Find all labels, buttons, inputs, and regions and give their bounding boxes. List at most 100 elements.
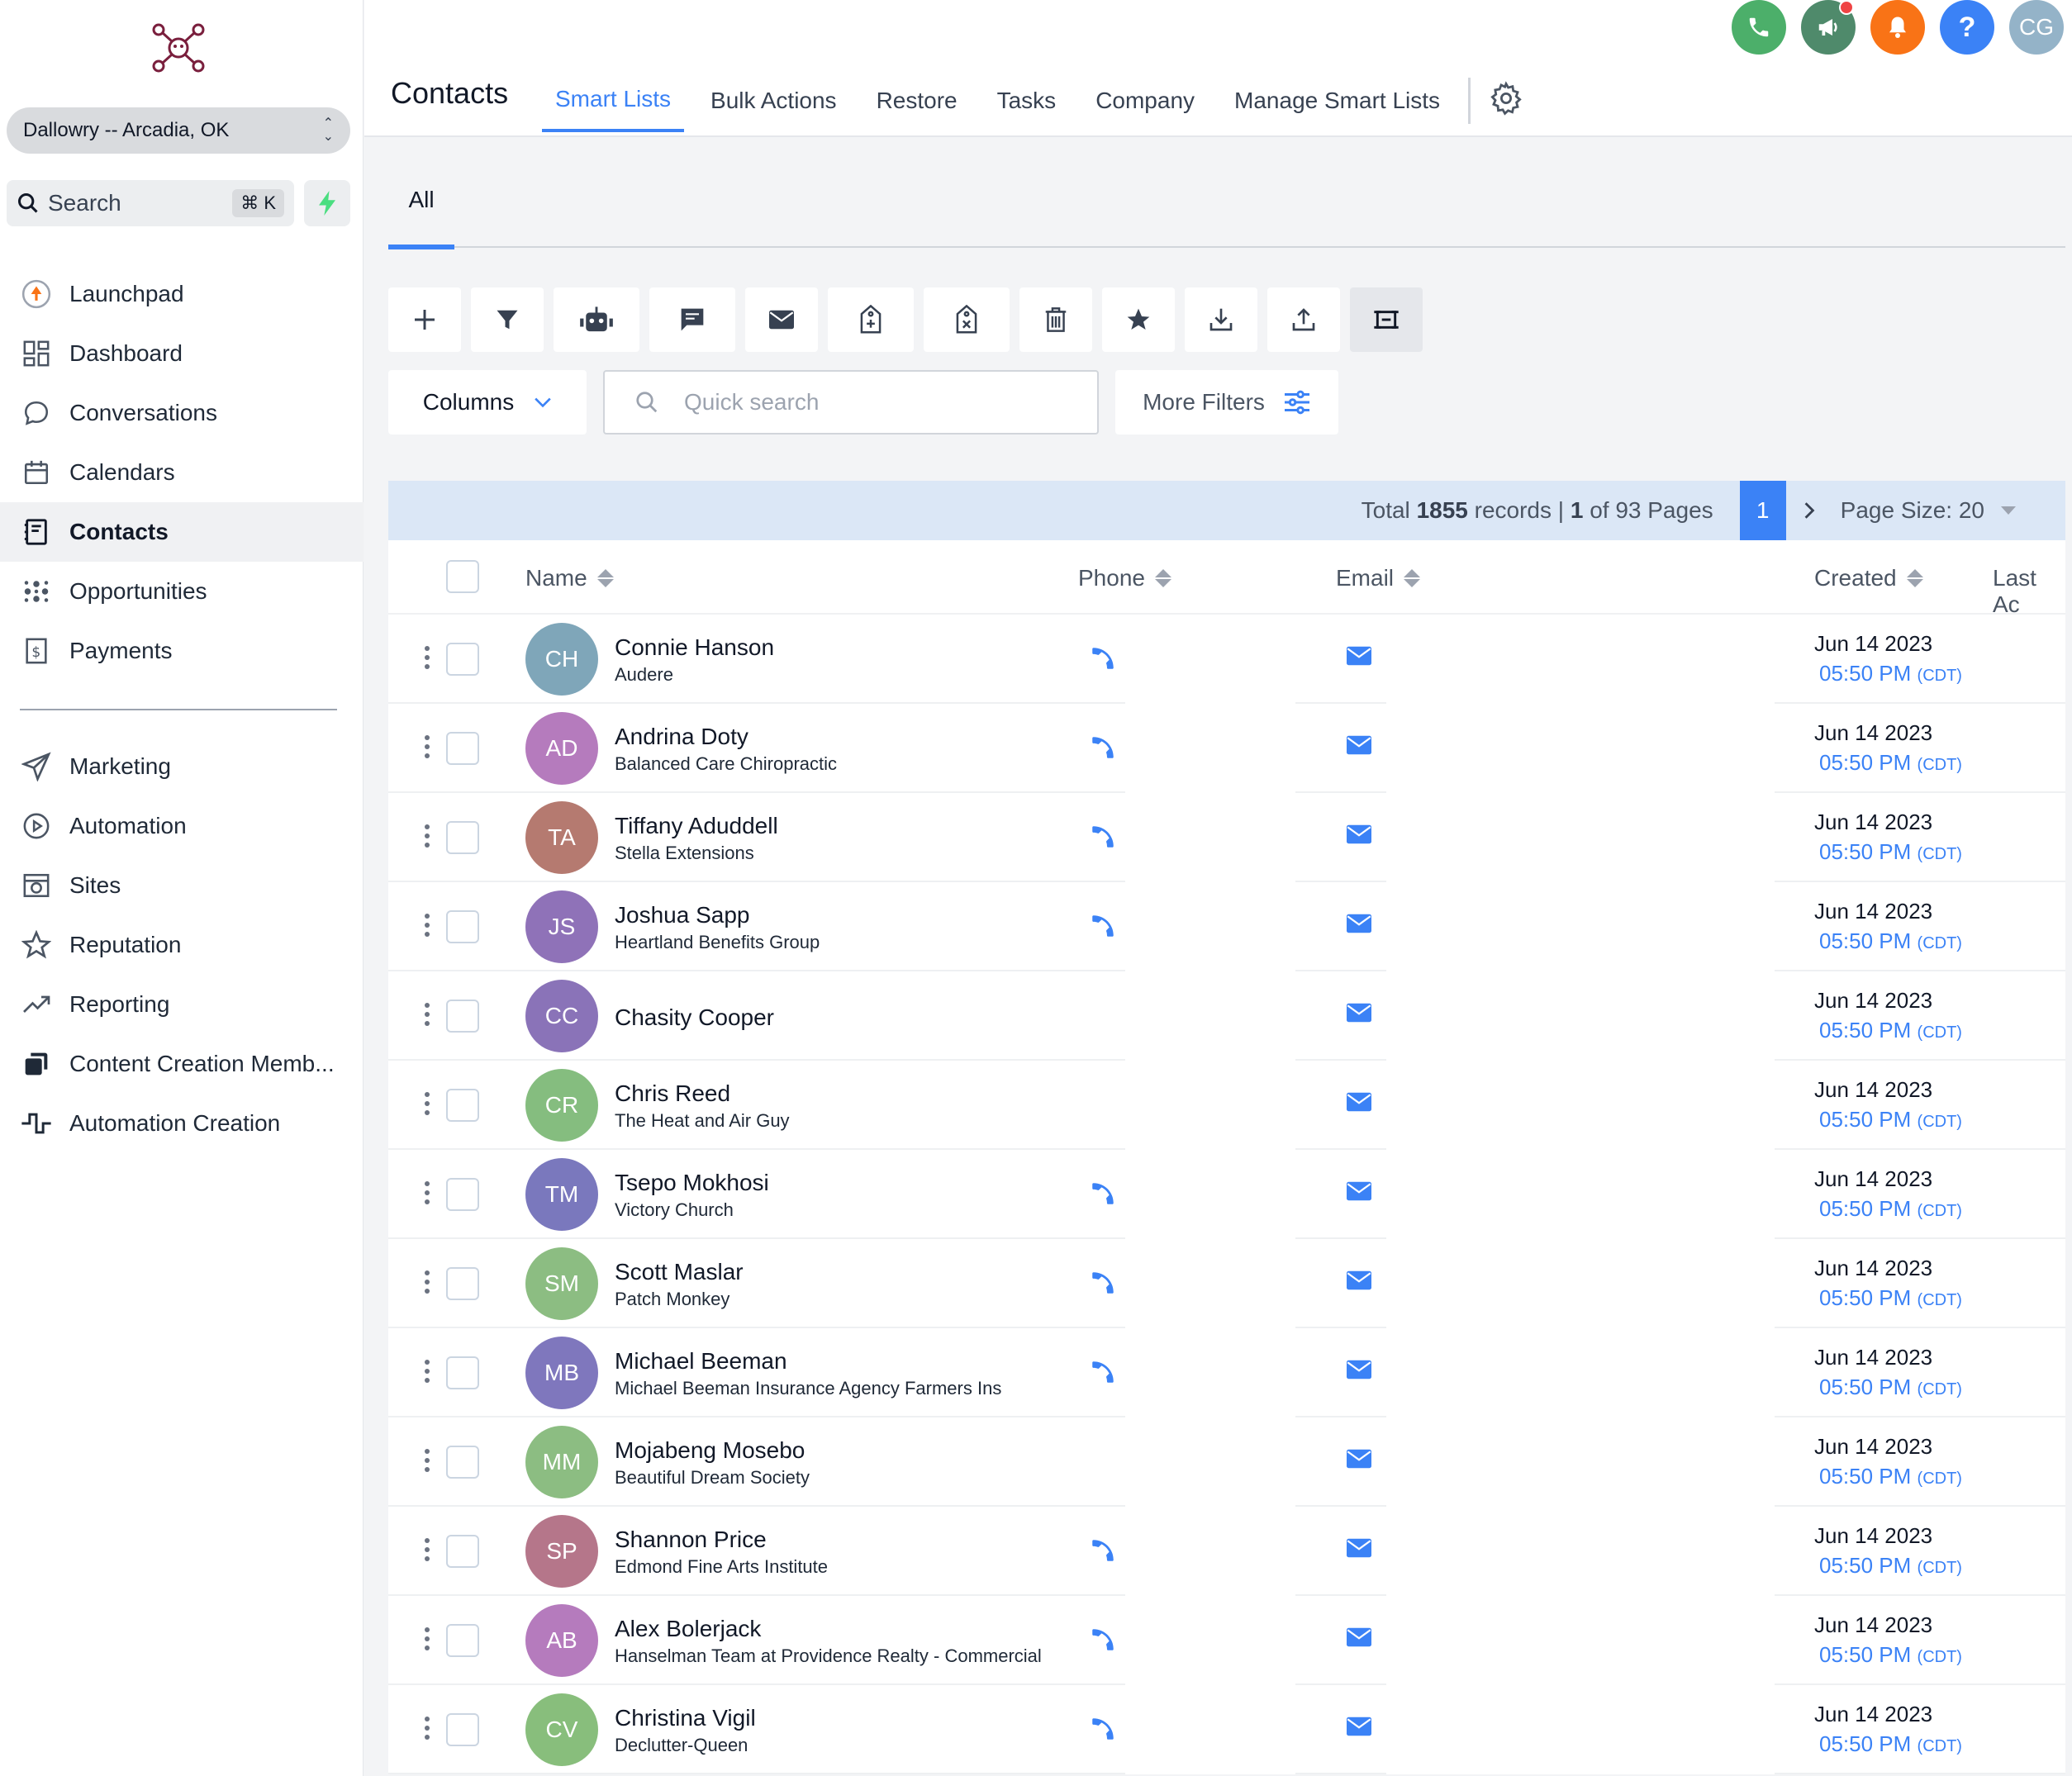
call-phone-icon[interactable] (1089, 912, 1117, 944)
table-row[interactable]: MM Mojabeng Mosebo Beautiful Dream Society… (388, 1417, 2065, 1507)
contact-name-link[interactable]: Christina Vigil (615, 1705, 756, 1731)
drag-handle-icon[interactable] (425, 1092, 430, 1115)
column-header-last-activity[interactable]: Last Ac (1993, 565, 2065, 618)
contact-name-link[interactable]: Chasity Cooper (615, 1004, 774, 1031)
row-checkbox[interactable] (446, 1356, 479, 1389)
tab-company[interactable]: Company (1082, 69, 1208, 132)
help-button[interactable]: ? (1940, 0, 1994, 55)
send-email-icon[interactable] (1347, 1627, 1371, 1651)
drag-handle-icon[interactable] (425, 1538, 430, 1561)
sidebar-item-contacts[interactable]: Contacts (0, 502, 364, 562)
table-row[interactable]: CV Christina Vigil Declutter-Queen Jun 14 2… (388, 1685, 2065, 1774)
settings-gear-icon[interactable] (1489, 81, 1523, 137)
table-row[interactable]: TA Tiffany Aduddell Stella Extensions Jun 1… (388, 793, 2065, 882)
subtab-all[interactable]: All (388, 187, 454, 213)
table-row[interactable]: AB Alex Bolerjack Hanselman Team at Provid… (388, 1596, 2065, 1685)
add-to-favorites-button[interactable] (1102, 287, 1175, 352)
send-email-icon[interactable] (1347, 1360, 1371, 1384)
column-header-phone[interactable]: Phone (1078, 565, 1171, 591)
table-row[interactable]: JS Joshua Sapp Heartland Benefits Group Jun… (388, 882, 2065, 971)
call-phone-icon[interactable] (1089, 1358, 1117, 1390)
call-phone-icon[interactable] (1089, 734, 1117, 766)
send-email-icon[interactable] (1347, 1003, 1371, 1027)
sidebar-item-payments[interactable]: $ Payments (0, 621, 364, 681)
send-email-icon[interactable] (1347, 1270, 1371, 1294)
send-email-button[interactable] (745, 287, 818, 352)
drag-handle-icon[interactable] (425, 824, 430, 848)
page-size-select[interactable]: Page Size: 20 (1841, 497, 2016, 524)
table-row[interactable]: MB Michael Beeman Michael Beeman Insurance… (388, 1328, 2065, 1417)
merge-contacts-button[interactable] (1350, 287, 1423, 352)
tab-manage-smart-lists[interactable]: Manage Smart Lists (1221, 69, 1453, 132)
send-email-icon[interactable] (1347, 914, 1371, 938)
contact-name-link[interactable]: Scott Maslar (615, 1259, 744, 1285)
send-email-icon[interactable] (1347, 1538, 1371, 1562)
sidebar-search[interactable]: Search ⌘ K (7, 180, 294, 226)
tab-tasks[interactable]: Tasks (984, 69, 1070, 132)
columns-dropdown[interactable]: Columns (388, 370, 587, 435)
tab-smart-lists[interactable]: Smart Lists (542, 69, 685, 132)
contact-name-link[interactable]: Connie Hanson (615, 634, 774, 661)
contact-name-link[interactable]: Andrina Doty (615, 724, 748, 750)
drag-handle-icon[interactable] (425, 914, 430, 937)
row-checkbox[interactable] (446, 1535, 479, 1568)
phone-dialer-button[interactable] (1732, 0, 1786, 55)
row-checkbox[interactable] (446, 643, 479, 676)
sidebar-item-reporting[interactable]: Reporting (0, 975, 364, 1034)
location-switcher[interactable]: Dallowry -- Arcadia, OK ⌃ ⌄ (7, 107, 350, 154)
sidebar-item-reputation[interactable]: Reputation (0, 915, 364, 975)
call-phone-icon[interactable] (1089, 644, 1117, 677)
row-checkbox[interactable] (446, 1000, 479, 1033)
company-logo[interactable] (150, 23, 207, 73)
send-email-icon[interactable] (1347, 1181, 1371, 1205)
quick-search-input[interactable]: Quick search (603, 370, 1099, 435)
add-tag-button[interactable] (828, 287, 914, 352)
select-all-checkbox[interactable] (446, 560, 479, 593)
contact-name-link[interactable]: Alex Bolerjack (615, 1616, 761, 1642)
call-phone-icon[interactable] (1089, 1715, 1117, 1747)
contact-name-link[interactable]: Chris Reed (615, 1080, 730, 1107)
contact-name-link[interactable]: Tsepo Mokhosi (615, 1170, 769, 1196)
table-row[interactable]: TM Tsepo Mokhosi Victory Church Jun 14 2023… (388, 1150, 2065, 1239)
send-email-icon[interactable] (1347, 1449, 1371, 1473)
page-1-button[interactable]: 1 (1739, 481, 1786, 540)
row-checkbox[interactable] (446, 1713, 479, 1746)
export-contacts-button[interactable] (1267, 287, 1340, 352)
call-phone-icon[interactable] (1089, 1536, 1117, 1569)
contact-name-link[interactable]: Shannon Price (615, 1527, 767, 1553)
table-row[interactable]: CH Connie Hanson Audere Jun 14 2023 05:50 PM… (388, 615, 2065, 704)
delete-contacts-button[interactable] (1019, 287, 1092, 352)
sidebar-item-conversations[interactable]: Conversations (0, 383, 364, 443)
add-contact-button[interactable] (388, 287, 461, 352)
row-checkbox[interactable] (446, 1089, 479, 1122)
tab-restore[interactable]: Restore (863, 69, 971, 132)
column-header-created[interactable]: Created (1814, 565, 1923, 591)
send-email-icon[interactable] (1347, 646, 1371, 670)
drag-handle-icon[interactable] (425, 1181, 430, 1204)
drag-handle-icon[interactable] (425, 1003, 430, 1026)
sidebar-item-marketing[interactable]: Marketing (0, 737, 364, 796)
call-phone-icon[interactable] (1089, 1626, 1117, 1658)
announcements-button[interactable] (1801, 0, 1856, 55)
sidebar-item-opportunities[interactable]: Opportunities (0, 562, 364, 621)
row-checkbox[interactable] (446, 821, 479, 854)
drag-handle-icon[interactable] (425, 1360, 430, 1383)
quick-actions-button[interactable] (304, 180, 350, 226)
remove-tag-button[interactable] (924, 287, 1010, 352)
drag-handle-icon[interactable] (425, 735, 430, 758)
row-checkbox[interactable] (446, 1267, 479, 1300)
send-email-icon[interactable] (1347, 735, 1371, 759)
drag-handle-icon[interactable] (425, 1449, 430, 1472)
drag-handle-icon[interactable] (425, 1627, 430, 1650)
call-phone-icon[interactable] (1089, 1180, 1117, 1212)
drag-handle-icon[interactable] (425, 646, 430, 669)
drag-handle-icon[interactable] (425, 1270, 430, 1294)
send-email-icon[interactable] (1347, 1717, 1371, 1740)
import-contacts-button[interactable] (1185, 287, 1257, 352)
table-row[interactable]: CR Chris Reed The Heat and Air Guy Jun 14 2… (388, 1061, 2065, 1150)
table-row[interactable]: SM Scott Maslar Patch Monkey Jun 14 2023 05:… (388, 1239, 2065, 1328)
row-checkbox[interactable] (446, 910, 479, 943)
table-row[interactable]: CC Chasity Cooper Jun 14 2023 05:50 PM (CDT… (388, 971, 2065, 1061)
send-sms-button[interactable] (649, 287, 735, 352)
more-filters-button[interactable]: More Filters (1115, 370, 1338, 435)
